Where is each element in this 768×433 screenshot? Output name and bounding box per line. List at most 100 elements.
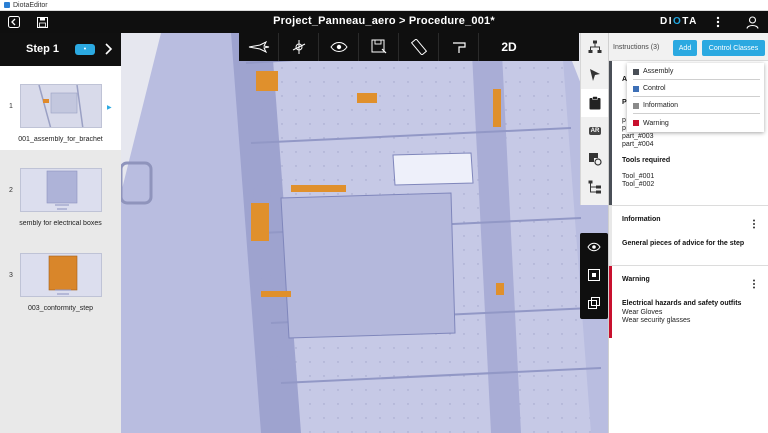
- visibility-button[interactable]: [580, 233, 608, 261]
- control-classes-button[interactable]: Control Classes: [702, 40, 765, 56]
- part-item: p: [622, 117, 626, 124]
- warning-line: Wear Gloves: [622, 309, 663, 316]
- step-item-2[interactable]: 2 sembly for electrical boxes: [0, 150, 121, 235]
- more-icon: [753, 279, 755, 289]
- side-tool-strip: AR: [580, 33, 609, 205]
- more-icon: [716, 16, 720, 28]
- step-thumbnail: [20, 168, 102, 212]
- focus-button[interactable]: [580, 261, 608, 289]
- os-title-bar: DiotaEditor: [0, 0, 768, 11]
- menu-item-assembly[interactable]: Assembly: [633, 64, 760, 80]
- hierarchy-button[interactable]: [581, 33, 609, 61]
- step-item-1[interactable]: 1 ▶ 001_assembly_for_brachet: [0, 66, 121, 150]
- information-instruction[interactable]: Information General pieces of advice for…: [609, 206, 768, 270]
- information-swatch: [633, 102, 639, 109]
- app-logo-icon: [4, 2, 10, 8]
- tool-fly-button[interactable]: [239, 33, 279, 61]
- next-step-button[interactable]: [102, 41, 114, 57]
- step-header: Step 1 •: [0, 33, 121, 66]
- tool-axis-button[interactable]: [279, 33, 319, 61]
- save-view-icon: [371, 39, 386, 54]
- parts-title: P: [622, 99, 627, 106]
- tool-2d-button[interactable]: 2D: [479, 33, 539, 61]
- part-item: part_#003: [622, 133, 654, 140]
- tool-save-view-button[interactable]: [359, 33, 399, 61]
- layers-button[interactable]: [580, 289, 608, 317]
- tool-item: Tool_#002: [622, 181, 655, 188]
- 3d-viewport[interactable]: [121, 33, 608, 433]
- app-header: Project_Panneau_aero > Procedure_001* DI…: [0, 11, 768, 33]
- step-options-button[interactable]: •: [75, 44, 95, 55]
- control-swatch: [633, 85, 639, 92]
- step-item-3[interactable]: 3 003_conformity_step: [0, 235, 121, 320]
- measure-icon: [410, 39, 427, 55]
- tools-title: Tools required: [622, 157, 671, 164]
- step-thumbnail: [20, 84, 102, 128]
- step-number: 3: [9, 272, 13, 279]
- information-title: Information: [622, 216, 661, 223]
- select-button[interactable]: [581, 61, 609, 89]
- diota-logo: DIOTA: [660, 16, 698, 27]
- assembly-color-bar: [609, 61, 612, 211]
- 3d-model-render: [121, 33, 608, 433]
- tree-icon: [588, 180, 601, 194]
- hierarchy-icon: [588, 40, 602, 53]
- step-name: 003_conformity_step: [28, 305, 93, 312]
- menu-item-warning[interactable]: Warning: [633, 115, 760, 131]
- menu-item-label: Warning: [643, 119, 669, 127]
- menu-item-control[interactable]: Control: [633, 81, 760, 97]
- step-name: sembly for electrical boxes: [19, 220, 102, 227]
- current-step-label: Step 1: [26, 43, 60, 55]
- menu-item-label: Information: [643, 102, 679, 109]
- cursor-icon: [590, 69, 600, 81]
- user-icon: [745, 15, 759, 29]
- instructions-button[interactable]: [581, 89, 609, 117]
- information-body: General pieces of advice for the step: [622, 240, 745, 247]
- warning-line: Wear security glasses: [622, 317, 691, 324]
- menu-item-information[interactable]: Information: [633, 98, 760, 114]
- menu-item-label: Assembly: [643, 68, 674, 75]
- warning-swatch: [633, 120, 639, 126]
- annotation-button[interactable]: [581, 145, 609, 173]
- tool-measure-button[interactable]: [399, 33, 439, 61]
- os-window-title: DiotaEditor: [13, 1, 48, 9]
- more-icon: [753, 219, 755, 229]
- part-item: p: [622, 125, 626, 132]
- eye-icon: [587, 242, 601, 252]
- focus-icon: [588, 269, 600, 281]
- ar-icon: AR: [588, 127, 602, 135]
- step-active-indicator-icon: ▶: [107, 105, 112, 111]
- steps-panel: Step 1 • 1 ▶ 001_assembly_for_brachet 2 …: [0, 33, 121, 433]
- step-list: 1 ▶ 001_assembly_for_brachet 2 sembly fo…: [0, 66, 121, 320]
- user-button[interactable]: [744, 14, 760, 30]
- tool-view-button[interactable]: [319, 33, 359, 61]
- chevron-right-icon: [105, 43, 113, 55]
- warning-instruction[interactable]: Warning Electrical hazards and safety ou…: [609, 266, 768, 338]
- plane-icon: [248, 41, 269, 53]
- control-classes-menu: Assembly Control Information Warning: [627, 63, 764, 132]
- information-menu-button[interactable]: [751, 216, 757, 229]
- section-icon: [452, 42, 466, 53]
- viewport-controls: [580, 233, 608, 319]
- instructions-header: Instructions (3) Add Control Classes: [609, 33, 768, 61]
- add-instruction-button[interactable]: Add: [673, 40, 697, 56]
- warning-menu-button[interactable]: [751, 276, 757, 289]
- annotation-icon: [589, 153, 602, 166]
- menu-item-label: Control: [643, 85, 666, 92]
- assembly-swatch: [633, 68, 639, 75]
- tool-section-button[interactable]: [439, 33, 479, 61]
- step-number: 2: [9, 187, 13, 194]
- part-item: part_#004: [622, 141, 654, 148]
- tree-button[interactable]: [581, 173, 609, 201]
- ar-button[interactable]: AR: [581, 117, 609, 145]
- clipboard-icon: [589, 96, 601, 110]
- warning-body-title: Electrical hazards and safety outfits: [622, 300, 742, 307]
- warning-title: Warning: [622, 276, 650, 283]
- tool-item: Tool_#001: [622, 173, 655, 180]
- viewport-toolbar: 2D: [239, 33, 579, 61]
- step-number: 1: [9, 103, 13, 110]
- axis-icon: [292, 40, 305, 54]
- project-breadcrumb: Project_Panneau_aero > Procedure_001*: [273, 15, 495, 27]
- more-menu-button[interactable]: [710, 14, 726, 30]
- step-name: 001_assembly_for_brachet: [18, 136, 103, 143]
